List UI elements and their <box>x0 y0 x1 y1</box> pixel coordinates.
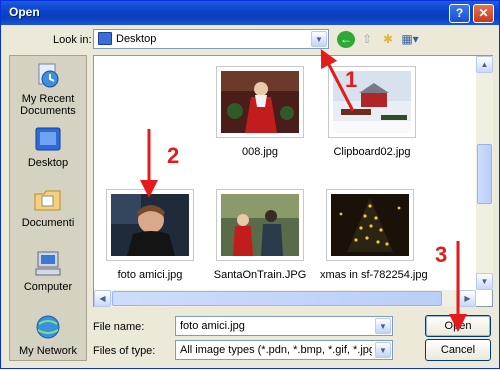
window-title: Open <box>9 5 40 19</box>
desktop-icon <box>35 127 61 151</box>
thumbnail-frame <box>216 189 304 261</box>
place-label: Computer <box>23 281 73 293</box>
file-name: 008.jpg <box>241 146 279 158</box>
look-in-label: Look in: <box>53 34 92 46</box>
place-label: My Network <box>18 345 78 357</box>
documents-folder-icon <box>34 190 61 211</box>
annotation-label-three: 3 <box>435 242 448 267</box>
file-name: foto amici.jpg <box>117 269 183 281</box>
vertical-scrollbar[interactable]: ▲ ▼ <box>476 56 493 290</box>
place-label: My Recent Documents <box>20 93 76 117</box>
thumbnail-frame <box>326 189 414 261</box>
scroll-right-icon[interactable]: ▶ <box>459 290 476 307</box>
chevron-down-icon[interactable]: ▼ <box>375 318 391 334</box>
file-item-selected[interactable]: foto amici.jpg <box>100 189 200 281</box>
thumbnail-frame <box>216 66 304 138</box>
file-item[interactable]: 008.jpg <box>210 66 310 158</box>
open-button[interactable]: Open <box>425 315 491 337</box>
up-folder-icon[interactable]: ⇧ <box>358 31 376 48</box>
title-bar: Open ? ✕ <box>1 1 499 25</box>
file-name: SantaOnTrain.JPG <box>213 269 307 281</box>
computer-icon <box>35 251 61 276</box>
back-icon[interactable]: ← <box>337 31 355 48</box>
annotation-label-one: 1 <box>345 67 358 92</box>
file-item[interactable]: Clipboard02.jpg <box>322 66 422 158</box>
scroll-left-icon[interactable]: ◀ <box>94 290 111 307</box>
place-my-network[interactable]: My Network <box>10 314 86 357</box>
santa-photo-thumbnail <box>221 71 299 133</box>
file-name-label: File name: <box>93 321 145 333</box>
thumbnail-frame <box>106 189 194 261</box>
file-item[interactable]: xmas in sf-782254.jpg <box>320 189 428 281</box>
place-label: Desktop <box>27 157 69 169</box>
friends-photo-thumbnail <box>111 194 189 256</box>
santa-on-train-thumbnail <box>221 194 299 256</box>
place-documents[interactable]: Documenti <box>10 186 86 229</box>
chevron-down-icon[interactable]: ▼ <box>375 342 391 358</box>
places-bar: My Recent Documents Desktop Documenti Co… <box>9 55 87 361</box>
look-in-value: Desktop <box>116 33 157 45</box>
place-computer[interactable]: Computer <box>10 250 86 293</box>
file-type-value: All image types (*.pdn, *.bmp, *.gif, *.… <box>180 344 372 356</box>
file-list: 008.jpg Clipboard02.jpg foto amici.jpg S… <box>93 55 493 307</box>
file-name: xmas in sf-782254.jpg <box>320 269 428 281</box>
network-icon <box>36 315 60 339</box>
file-type-select[interactable]: All image types (*.pdn, *.bmp, *.gif, *.… <box>175 340 393 360</box>
file-name-field[interactable]: foto amici.jpg ▼ <box>175 316 393 336</box>
view-menu-icon[interactable]: ▦▾ <box>400 31 420 48</box>
vertical-scroll-thumb[interactable] <box>477 144 492 204</box>
file-name-value: foto amici.jpg <box>180 320 245 332</box>
recent-documents-icon <box>38 63 59 88</box>
horizontal-scrollbar[interactable]: ◀ ▶ <box>94 290 476 307</box>
scroll-up-icon[interactable]: ▲ <box>476 56 493 73</box>
place-label: Documenti <box>21 217 75 229</box>
close-button[interactable]: ✕ <box>473 4 494 23</box>
place-recent-documents[interactable]: My Recent Documents <box>10 62 86 117</box>
look-in-combo[interactable]: Desktop ▼ <box>93 29 329 49</box>
cancel-button[interactable]: Cancel <box>425 339 491 361</box>
open-dialog: Open ? ✕ Look in: Desktop ▼ ← ⇧ ✱ ▦▾ My … <box>0 0 500 369</box>
file-name: Clipboard02.jpg <box>333 146 411 158</box>
new-folder-icon[interactable]: ✱ <box>379 31 397 48</box>
desktop-small-icon <box>98 32 112 45</box>
file-type-label: Files of type: <box>93 345 156 357</box>
horizontal-scroll-thumb[interactable] <box>112 291 442 306</box>
place-desktop[interactable]: Desktop <box>10 126 86 169</box>
christmas-tree-thumbnail <box>331 194 409 256</box>
chevron-down-icon[interactable]: ▼ <box>311 31 327 47</box>
thumbnail-frame <box>328 66 416 138</box>
help-button[interactable]: ? <box>449 4 470 23</box>
scroll-down-icon[interactable]: ▼ <box>476 273 493 290</box>
file-item[interactable]: SantaOnTrain.JPG <box>210 189 310 281</box>
annotation-label-two: 2 <box>167 143 180 168</box>
